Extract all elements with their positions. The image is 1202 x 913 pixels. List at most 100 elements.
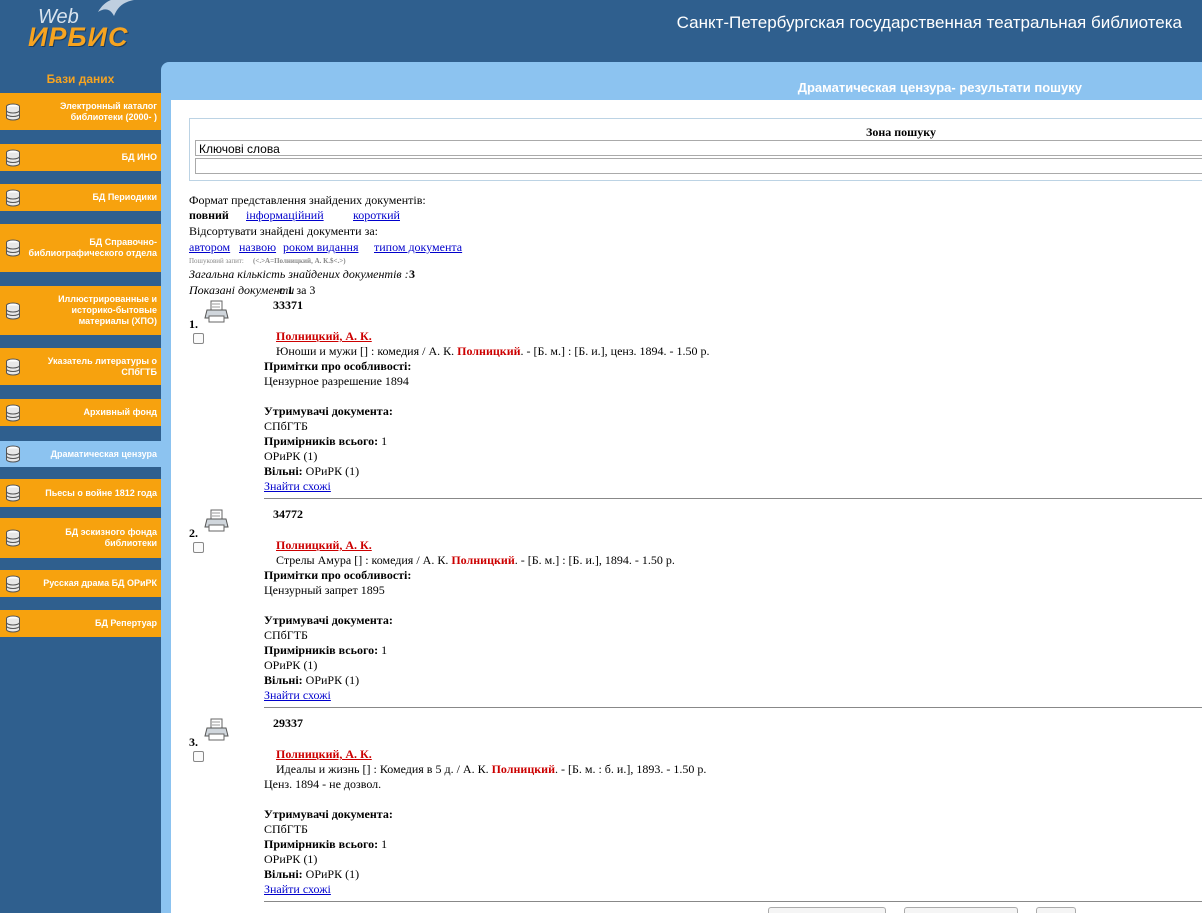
find-similar-link[interactable]: Знайти схожі [264,882,331,897]
sidebar-item-label: Иллюстрированные и историко-бытовые мате… [58,294,157,326]
database-icon [0,189,26,207]
sidebar-item-illustrated-materials[interactable]: Иллюстрированные и историко-бытовые мате… [0,286,161,335]
results-panel: Драматическая цензура- результати пошуку… [161,62,1202,913]
search-field-select[interactable]: Ключові слова [195,140,1202,156]
shown-range: с 1 за 3 [279,283,316,297]
sidebar-item-russian-drama[interactable]: Русская драма БД ОРиРК [0,570,161,597]
total-count: 3 [409,267,415,281]
result-number: 2. [189,526,198,540]
printer-icon[interactable] [204,299,230,325]
free-label: Вільні: [264,673,303,687]
result-number: 1. [189,317,198,331]
result-copies-count: 1 [381,837,388,851]
sidebar-item-label: Русская драма БД ОРиРК [43,578,157,588]
notes-label: Примітки про особливості: [264,359,412,373]
database-icon [0,615,26,633]
result-notes: Цензурный запрет 1895 [264,583,385,597]
result-free: Вільні: ОРиРК (1) [264,464,359,479]
result-copies: Примірників всього: 1 [264,643,387,658]
copies-label: Примірників всього: [264,643,379,657]
sidebar: Бази даних Электронный каталог библиотек… [0,62,161,913]
result-dept: ОРиРК (1) [264,852,318,866]
result-description-highlight: Полницкий [491,762,555,776]
search-zone-label: Зона пошуку [866,125,937,139]
result-divider [264,901,1202,902]
result-dept: ОРиРК (1) [264,658,318,672]
sort-by-year-link[interactable]: роком видання [283,240,358,255]
result-description-rest: . - [Б. м.] : [Б. и.], ценз. 1894. - 1.5… [520,344,710,358]
bottom-action-button-1[interactable] [768,907,886,913]
query-label: Пошуковий запит: [189,257,244,265]
result-description-text: Юноши и мужи [] : комедия / А. К. [276,344,455,358]
result-copies-count: 1 [381,434,388,448]
printer-icon[interactable] [204,717,230,743]
result-select-checkbox[interactable] [193,751,204,762]
result-divider [264,498,1202,499]
result-select-checkbox[interactable] [193,542,204,553]
result-notes: Ценз. 1894 - не дозвол. [264,777,382,791]
sidebar-item-electronic-catalog[interactable]: Электронный каталог библиотеки (2000- ) [0,93,161,130]
free-label: Вільні: [264,464,303,478]
result-divider [264,707,1202,708]
sidebar-item-literature-index[interactable]: Указатель литературы о СПбГТБ [0,348,161,385]
result-description: Юноши и мужи [] : комедия / А. К. Полниц… [276,344,710,359]
bottom-action-button-3[interactable] [1036,907,1076,913]
sidebar-item-label: Архивный фонд [83,407,157,417]
database-icon [0,404,26,422]
result-description: Стрелы Амура [] : комедия / А. К. Полниц… [276,553,675,568]
sidebar-item-reference-dept[interactable]: БД Справочно-библиографического отдела [0,224,161,272]
holders-label: Утримувачі документа: [264,613,393,627]
sort-by-title-link[interactable]: назвою [239,240,276,255]
find-similar-link[interactable]: Знайти схожі [264,479,331,494]
sidebar-item-ino[interactable]: БД ИНО [0,144,161,171]
sidebar-title: Бази даних [46,72,115,86]
database-icon [0,149,26,167]
sidebar-item-sketch-fund[interactable]: БД эскизного фонда библиотеки [0,518,161,558]
result-holder: СПбГТБ [264,822,308,836]
free-label: Вільні: [264,867,303,881]
sidebar-item-dramatic-censorship[interactable]: Драматическая цензура [0,441,161,467]
sort-by-type-link[interactable]: типом документа [374,240,462,255]
result-description-highlight: Полницкий [457,344,521,358]
total-label: Загальна кількість знайдених документів … [189,267,409,281]
sort-by-author-link[interactable]: автором [189,240,230,255]
format-short-link[interactable]: короткий [353,208,400,223]
result-description-highlight: Полницкий [451,553,515,567]
sidebar-item-war-1812-plays[interactable]: Пьесы о войне 1812 года [0,479,161,507]
result-id: 29337 [273,716,303,730]
sidebar-item-label: БД Справочно-библиографического отдела [28,237,157,258]
result-free: Вільні: ОРиРК (1) [264,673,359,688]
search-query-input[interactable] [195,158,1202,174]
query-value: (<.>A=Полницкий, А. К.$<.>) [253,257,346,265]
result-author-link[interactable]: Полницкий, А. К. [276,747,372,762]
search-zone: Зона пошуку Ключові слова [189,118,1202,181]
notes-label: Примітки про особливості: [264,568,412,582]
sidebar-item-archive-fund[interactable]: Архивный фонд [0,399,161,426]
result-author-link[interactable]: Полницкий, А. К. [276,538,372,553]
find-similar-link[interactable]: Знайти схожі [264,688,331,703]
holders-label: Утримувачі документа: [264,807,393,821]
header: Web ИРБИС Санкт-Петербургская государств… [0,0,1202,62]
result-select-checkbox[interactable] [193,333,204,344]
bottom-action-button-2[interactable] [904,907,1018,913]
database-icon [0,103,26,121]
result-id: 34772 [273,507,303,521]
format-info-link[interactable]: інформаційний [246,208,324,223]
sidebar-item-label: БД ИНО [121,152,157,162]
result-free: Вільні: ОРиРК (1) [264,867,359,882]
result-description: Идеалы и жизнь [] : Комедия в 5 д. / А. … [276,762,706,777]
sidebar-item-repertoire[interactable]: БД Репертуар [0,610,161,637]
sidebar-item-label: БД эскизного фонда библиотеки [65,527,157,548]
sort-label: Відсортувати знайдені документи за: [189,224,378,238]
result-copies: Примірників всього: 1 [264,837,387,852]
database-icon [0,302,26,320]
web-irbis-logo[interactable]: Web ИРБИС [26,0,136,58]
printer-icon[interactable] [204,508,230,534]
database-icon [0,484,26,502]
format-full-option[interactable]: повний [189,208,229,223]
result-holder: СПбГТБ [264,419,308,433]
copies-label: Примірників всього: [264,837,379,851]
bird-logo-icon [98,0,134,16]
sidebar-item-periodicals[interactable]: БД Периодики [0,184,161,211]
result-author-link[interactable]: Полницкий, А. К. [276,329,372,344]
